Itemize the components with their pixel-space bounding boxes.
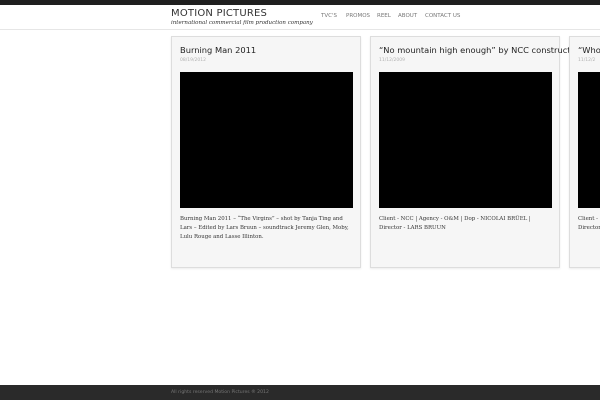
nav-item-reel[interactable]: REEL xyxy=(377,13,391,19)
post-description: Client - NCC | Agency - O&M | Dop - NICO… xyxy=(379,216,531,231)
post-description: Client - Director xyxy=(578,216,600,231)
nav-item-promos[interactable]: PROMOS xyxy=(346,13,370,19)
nav-item-contact-us[interactable]: CONTACT US xyxy=(425,13,460,19)
video-player[interactable] xyxy=(578,72,600,208)
site-footer: All rights reserved Motion Pictures ® 20… xyxy=(0,385,600,400)
post-date: 08/19/2012 xyxy=(180,58,206,63)
post-title[interactable]: Burning Man 2011 xyxy=(180,45,256,55)
video-player[interactable] xyxy=(379,72,552,208)
copyright-text: All rights reserved Motion Pictures ® 20… xyxy=(171,390,269,395)
video-player[interactable] xyxy=(180,72,353,208)
nav-item-about[interactable]: ABOUT xyxy=(398,13,417,19)
post-date: 11/12/2 xyxy=(578,58,596,63)
posts-carousel: Burning Man 2011 08/19/2012 Burning Man … xyxy=(0,30,600,385)
post-date: 11/12/2009 xyxy=(379,58,405,63)
post-title[interactable]: “No mountain high enough” by NCC constru… xyxy=(379,45,583,55)
main-nav: TVC'S PROMOS REEL ABOUT CONTACT US xyxy=(0,13,600,25)
post-card[interactable]: “Who 11/12/2 Client - Director xyxy=(569,36,600,268)
post-card[interactable]: Burning Man 2011 08/19/2012 Burning Man … xyxy=(171,36,361,268)
post-description: Burning Man 2011 – “The Virgins” – shot … xyxy=(180,216,349,240)
post-card[interactable]: “No mountain high enough” by NCC constru… xyxy=(370,36,583,268)
post-title[interactable]: “Who xyxy=(578,45,600,55)
nav-item-tvcs[interactable]: TVC'S xyxy=(321,13,337,19)
site-header: MOTION PICTURES international commercial… xyxy=(0,5,600,30)
